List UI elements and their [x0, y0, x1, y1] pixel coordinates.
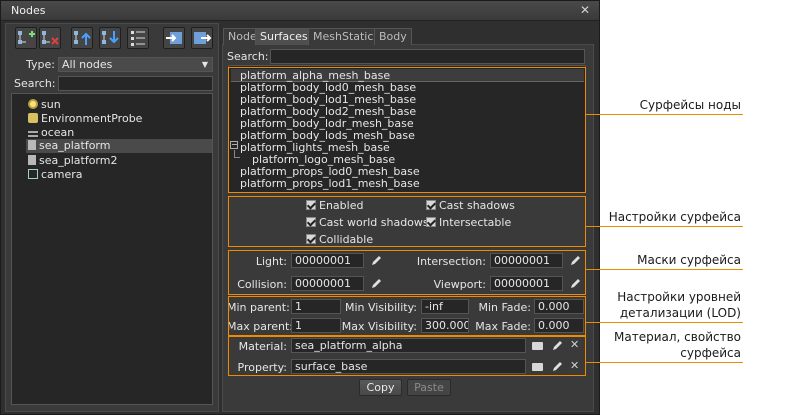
- tab-meshstatic[interactable]: MeshStatic: [308, 28, 379, 45]
- tab-body[interactable]: Body: [374, 28, 412, 45]
- surface-search-input[interactable]: [270, 49, 585, 64]
- chevron-down-icon: ▼: [201, 60, 208, 69]
- tree-item-sea-platform2[interactable]: sea_platform2: [28, 154, 117, 168]
- camera-icon: [28, 169, 38, 179]
- paste-button[interactable]: Paste: [407, 379, 451, 396]
- move-up-button[interactable]: [71, 27, 93, 49]
- settings-highlight: [228, 196, 586, 247]
- node-tree[interactable]: sun EnvironmentProbe ocean sea_platform …: [11, 93, 213, 405]
- tree-item-sun[interactable]: sun: [28, 98, 61, 112]
- nodes-window: Nodes ✕ Type: All nodes ▼ Search: sun En…: [0, 0, 600, 415]
- node-search-input[interactable]: [58, 76, 213, 91]
- tree-item-sea-platform[interactable]: sea_platform: [26, 139, 212, 153]
- list-view-button[interactable]: [127, 27, 149, 49]
- connector-line: [585, 322, 743, 323]
- window-title: Nodes: [11, 4, 46, 17]
- light-icon: [28, 99, 38, 109]
- add-node-icon: [18, 31, 35, 44]
- move-down-icon: [102, 31, 119, 44]
- connector-line: [585, 226, 743, 227]
- annotation-surfaces: Сурфейсы ноды: [639, 98, 741, 112]
- export-button[interactable]: [191, 27, 213, 49]
- close-icon[interactable]: ✕: [580, 3, 590, 17]
- probe-icon: [28, 113, 38, 123]
- copy-button[interactable]: Copy: [359, 379, 402, 396]
- import-icon: [166, 32, 182, 44]
- lod-highlight: [228, 296, 586, 336]
- import-button[interactable]: [163, 27, 185, 49]
- type-label: Type:: [26, 58, 55, 71]
- move-down-button[interactable]: [99, 27, 121, 49]
- tree-item-camera[interactable]: camera: [28, 168, 83, 182]
- tree-item-ocean[interactable]: ocean: [28, 126, 74, 140]
- surface-search-label: Search:: [227, 50, 269, 63]
- annotation-settings: Настройки сурфейса: [608, 210, 741, 224]
- type-dropdown-value: All nodes: [62, 58, 113, 71]
- connector-line: [585, 362, 743, 363]
- remove-node-button[interactable]: [39, 27, 61, 49]
- connector-line: [585, 269, 743, 270]
- remove-node-icon: [42, 31, 59, 45]
- tab-surfaces[interactable]: Surfaces: [255, 28, 313, 45]
- type-dropdown[interactable]: All nodes ▼: [58, 57, 213, 72]
- water-icon: [28, 131, 38, 137]
- move-up-icon: [74, 31, 91, 45]
- annotation-lod-line1: Настройки уровней: [617, 290, 741, 304]
- title-bar[interactable]: Nodes ✕: [1, 1, 599, 21]
- add-node-button[interactable]: [15, 27, 37, 49]
- surfaces-highlight: [228, 67, 586, 193]
- annotation-lod-line2: детализации (LOD): [619, 306, 741, 320]
- connector-line: [585, 114, 743, 115]
- tree-item-environmentprobe[interactable]: EnvironmentProbe: [28, 112, 142, 126]
- masks-highlight: [228, 250, 586, 295]
- export-icon: [194, 32, 212, 44]
- annotation-masks: Маски сурфейса: [637, 253, 741, 267]
- list-view-icon: [131, 31, 145, 46]
- material-highlight: [228, 336, 586, 376]
- annotation-material-line1: Материал, свойство: [614, 330, 741, 344]
- node-search-label: Search:: [14, 77, 56, 90]
- mesh-icon: [28, 155, 36, 165]
- annotation-material-line2: сурфейса: [680, 346, 741, 360]
- mesh-icon: [28, 140, 36, 150]
